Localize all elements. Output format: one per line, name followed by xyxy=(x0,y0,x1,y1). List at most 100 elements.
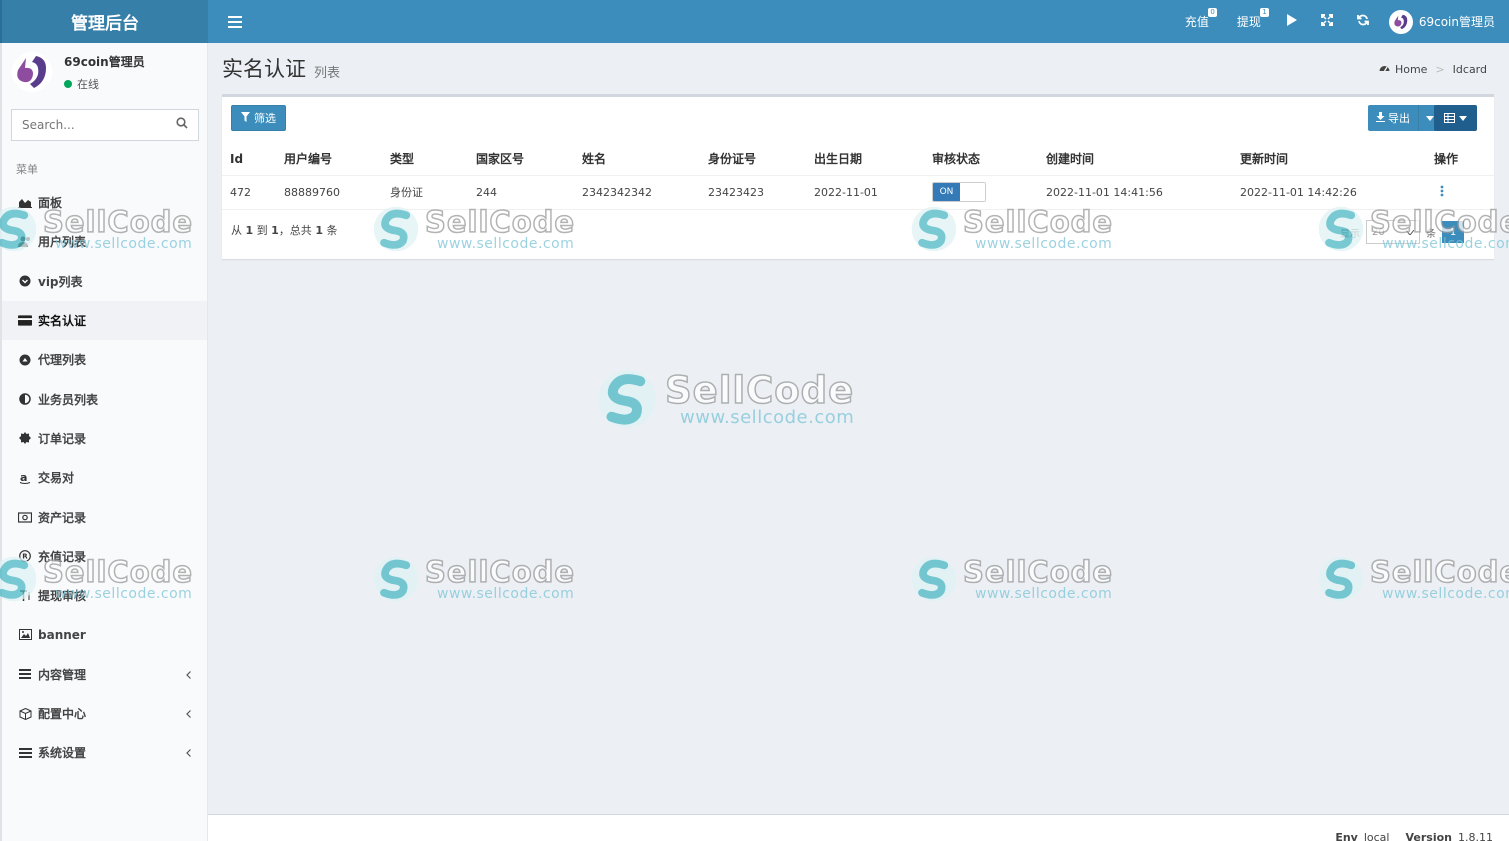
recharge-count-badge: 0 xyxy=(1208,8,1217,17)
withdraw-count-badge: 1 xyxy=(1260,8,1269,17)
column-header[interactable]: 用户编号 xyxy=(276,143,382,176)
user-panel: 69coin管理员 在线 xyxy=(2,43,207,101)
sidebar-item[interactable]: 提现审核 xyxy=(2,576,207,615)
column-header[interactable]: 创建时间 xyxy=(1038,143,1232,176)
withdraw-nav[interactable]: 提现 1 xyxy=(1223,0,1275,43)
sidebar-item-label: 内容管理 xyxy=(38,667,87,682)
version-value: 1.8.11 xyxy=(1458,831,1493,841)
status-toggle[interactable]: ON xyxy=(932,182,986,202)
table-header-row: Id 用户编号 类型 国家区号 姓名 身份证号 出生日期 审核状态 创建时间 更… xyxy=(222,143,1494,176)
amazon-icon: a xyxy=(18,471,32,485)
chevron-left-icon xyxy=(186,707,191,721)
fullscreen-icon[interactable] xyxy=(1309,13,1345,30)
sidebar-user-name: 69coin管理员 xyxy=(64,54,145,69)
breadcrumb-separator: > xyxy=(1435,63,1445,76)
menu-header: 菜单 xyxy=(16,163,38,176)
more-actions-icon[interactable] xyxy=(1440,185,1444,200)
cell-birth: 2022-11-01 xyxy=(806,175,924,210)
sidebar-item-label: 系统设置 xyxy=(38,746,87,761)
sidebar-item[interactable]: 资产记录 xyxy=(2,497,207,536)
sidebar-item-label: 用户列表 xyxy=(38,235,87,250)
refresh-icon[interactable] xyxy=(1345,14,1381,30)
page-size-label: 显示 xyxy=(1340,228,1360,240)
bars-icon xyxy=(18,667,32,681)
sidebar-item[interactable]: banner xyxy=(2,615,207,654)
area-chart-icon xyxy=(18,196,32,210)
column-header[interactable]: 审核状态 xyxy=(924,143,1038,176)
sidebar-item[interactable]: 配置中心 xyxy=(2,694,207,733)
avatar xyxy=(1388,9,1413,34)
sidebar-toggle-icon[interactable] xyxy=(220,7,250,37)
pagination-to: 1 xyxy=(271,224,279,237)
cell-created: 2022-11-01 14:41:56 xyxy=(1038,175,1232,210)
list-box: 筛选 导出 Id 用户编号 类型 国家区号 姓名 身份证号 出生日期 审核状态 … xyxy=(222,94,1494,259)
column-header[interactable]: 身份证号 xyxy=(700,143,806,176)
recharge-label: 充值 xyxy=(1184,15,1209,29)
sidebar-item[interactable]: 订单记录 xyxy=(2,419,207,458)
filter-button[interactable]: 筛选 xyxy=(231,105,286,131)
page-size-select[interactable]: 20 xyxy=(1366,220,1420,244)
page-title: 实名认证 xyxy=(222,57,306,81)
breadcrumb-home[interactable]: Home xyxy=(1395,63,1427,76)
image-icon xyxy=(18,628,32,642)
pagination-text: 到 xyxy=(256,224,268,237)
play-icon[interactable] xyxy=(1275,13,1309,30)
sidebar-item[interactable]: 代理列表 xyxy=(2,340,207,379)
export-button[interactable]: 导出 xyxy=(1368,105,1419,131)
sidebar-item-label: vip列表 xyxy=(38,274,83,289)
column-header[interactable]: 更新时间 xyxy=(1232,143,1426,176)
toggle-off-area xyxy=(960,183,985,201)
search-icon[interactable] xyxy=(176,117,188,132)
pagination-info: 从 1 到 1，总共 1 条 xyxy=(231,222,337,238)
chevron-left-icon xyxy=(186,668,191,682)
cell-updated: 2022-11-01 14:42:26 xyxy=(1232,175,1426,210)
registered-icon: R xyxy=(18,549,32,563)
status-label: 在线 xyxy=(77,77,99,91)
column-header[interactable]: 国家区号 xyxy=(468,143,574,176)
columns-toggle-button[interactable] xyxy=(1434,105,1477,131)
sidebar-item-label: 提现审核 xyxy=(38,589,87,604)
table-row[interactable]: 472 88889760 身份证 244 2342342342 23423423… xyxy=(222,175,1494,210)
sidebar-item[interactable]: a 交易对 xyxy=(2,458,207,497)
sidebar-item[interactable]: 业务员列表 xyxy=(2,379,207,418)
column-header[interactable]: 出生日期 xyxy=(806,143,924,176)
cell-id-number: 23423423 xyxy=(700,175,806,210)
header-user-name: 69coin管理员 xyxy=(1418,15,1495,29)
sidebar-item[interactable]: 实名认证 xyxy=(2,300,207,341)
column-header[interactable]: Id xyxy=(222,143,276,176)
column-header[interactable]: 姓名 xyxy=(574,143,700,176)
recharge-nav[interactable]: 充值 0 xyxy=(1171,0,1223,43)
cell-name: 2342342342 xyxy=(574,175,700,210)
svg-text:a: a xyxy=(20,472,27,484)
cell-user-no: 88889760 xyxy=(276,175,382,210)
user-menu[interactable]: 69coin管理员 xyxy=(1381,9,1495,34)
sidebar-item-label: 实名认证 xyxy=(38,314,87,329)
column-header: 操作 xyxy=(1426,143,1494,176)
page-subtitle: 列表 xyxy=(314,65,341,81)
sidebar-item-label: 配置中心 xyxy=(38,707,87,721)
sidebar-item[interactable]: vip列表 xyxy=(2,262,207,301)
sidebar-item[interactable]: 系统设置 xyxy=(2,733,207,772)
online-dot-icon xyxy=(64,79,72,88)
cell-actions xyxy=(1426,175,1494,210)
sidebar-item-label: 充值记录 xyxy=(38,549,87,564)
page-number-button[interactable]: 1 xyxy=(1442,221,1464,243)
sidebar-item[interactable]: 用户列表 xyxy=(2,222,207,261)
sidebar-item[interactable]: 面板 xyxy=(2,183,207,222)
sidebar-item[interactable]: 内容管理 xyxy=(2,655,207,694)
app-logo[interactable]: 管理后台 xyxy=(0,0,208,43)
sidebar-item-label: 订单记录 xyxy=(38,431,87,446)
cogs-icon xyxy=(18,746,32,760)
sidebar-item[interactable]: R 充值记录 xyxy=(2,537,207,576)
filter-icon xyxy=(241,111,250,125)
footer: Env local Version 1.8.11 xyxy=(208,814,1509,841)
search-input[interactable] xyxy=(11,109,199,141)
sidebar: 69coin管理员 在线 菜单 面板用户列表 vip列表实名认证代理列表业务员列表… xyxy=(0,43,208,841)
sidebar-item-label: banner xyxy=(38,627,86,642)
sidebar-item-label: 面板 xyxy=(38,196,63,211)
sidebar-search xyxy=(11,109,199,141)
column-header[interactable]: 类型 xyxy=(382,143,468,176)
caret-down-icon xyxy=(1459,115,1467,121)
chevron-left-icon xyxy=(186,746,191,760)
svg-text:R: R xyxy=(22,553,28,561)
